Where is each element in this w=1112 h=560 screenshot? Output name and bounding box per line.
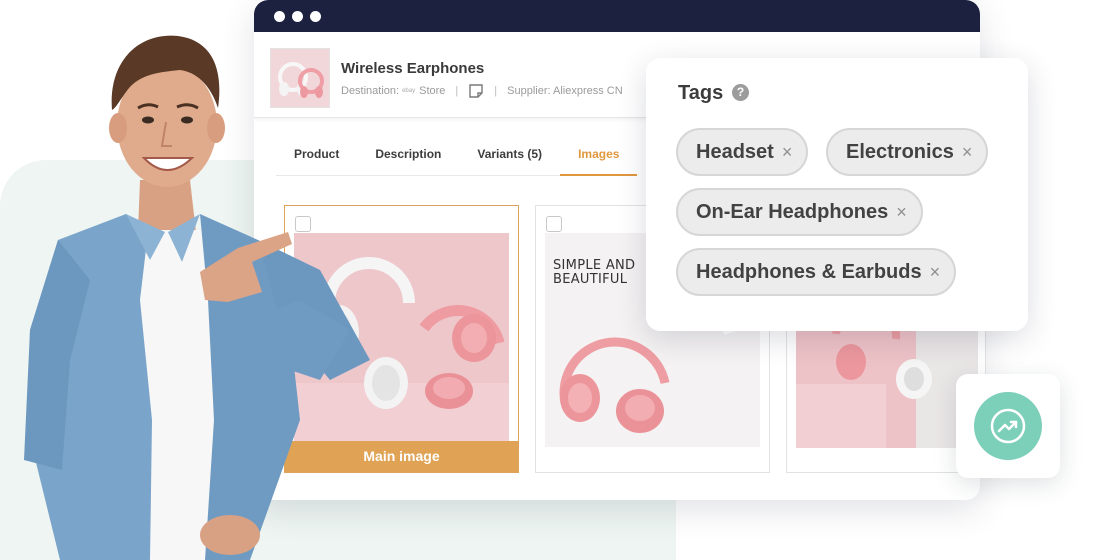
- tags-panel: Tags ? Headset × Electronics × On-Ear He…: [646, 58, 1028, 331]
- tag-chip[interactable]: Electronics ×: [826, 128, 989, 176]
- headphones-image-3: [796, 324, 978, 448]
- select-checkbox[interactable]: [546, 216, 562, 232]
- tag-chip[interactable]: On-Ear Headphones ×: [676, 188, 923, 236]
- note-icon[interactable]: [468, 83, 484, 99]
- close-icon[interactable]: ×: [962, 142, 973, 163]
- meta-divider: |: [494, 85, 498, 97]
- trending-up-icon[interactable]: [974, 392, 1042, 460]
- close-icon[interactable]: ×: [896, 202, 907, 223]
- tab-images[interactable]: Images: [560, 142, 638, 176]
- trend-widget[interactable]: [956, 374, 1060, 478]
- tab-variants[interactable]: Variants (5): [459, 142, 560, 176]
- tag-label: Electronics: [846, 140, 954, 163]
- image-caption: SIMPLE AND BEAUTIFUL: [553, 259, 635, 287]
- tag-label: On-Ear Headphones: [696, 200, 889, 223]
- tag-chip[interactable]: Headphones & Earbuds ×: [676, 248, 957, 296]
- tag-chip[interactable]: Headset ×: [676, 128, 809, 176]
- supplier-text: Supplier: Aliexpress CN: [507, 85, 623, 97]
- tags-title: Tags: [678, 82, 724, 104]
- person-illustration: [0, 0, 420, 560]
- destination-value[interactable]: Store: [419, 85, 445, 97]
- close-icon[interactable]: ×: [782, 142, 793, 163]
- meta-divider: |: [455, 85, 459, 97]
- caption-line-2: BEAUTIFUL: [553, 272, 628, 287]
- close-icon[interactable]: ×: [930, 262, 941, 283]
- tag-label: Headset: [696, 140, 774, 163]
- caption-line-1: SIMPLE AND: [553, 258, 636, 273]
- tag-label: Headphones & Earbuds: [696, 260, 922, 283]
- question-mark-icon[interactable]: ?: [732, 84, 749, 101]
